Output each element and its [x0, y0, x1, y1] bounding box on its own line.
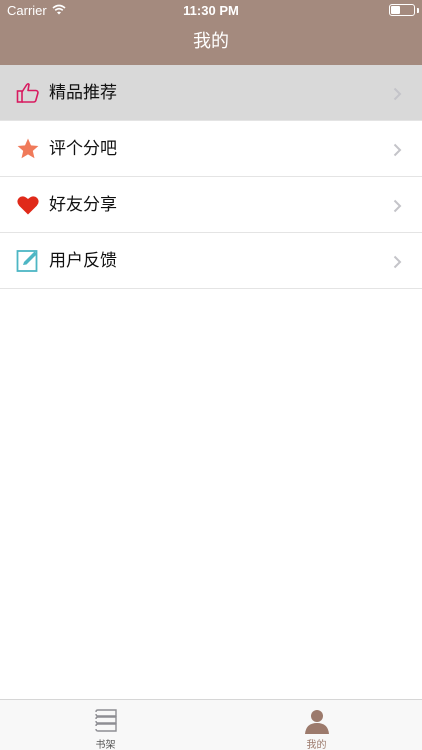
- tab-bookshelf[interactable]: 书架: [0, 700, 211, 750]
- tab-label: 书架: [95, 740, 116, 750]
- menu-item-label: 好友分享: [49, 195, 117, 215]
- thumbs-up-icon: [16, 81, 40, 105]
- edit-icon: [16, 249, 40, 273]
- battery-icon: [389, 4, 415, 16]
- battery-tip: [417, 8, 419, 13]
- star-icon: [16, 137, 40, 161]
- chevron-right-icon: [393, 254, 402, 269]
- chevron-right-icon: [393, 198, 402, 213]
- status-time: 11:30 PM: [183, 3, 239, 18]
- header: Carrier 11:30 PM 我的: [0, 0, 422, 65]
- screen: Carrier 11:30 PM 我的 精品推荐 评个分吧 好友分享 用户反馈 …: [0, 0, 422, 750]
- chevron-right-icon: [393, 86, 402, 101]
- tab-label: 我的: [306, 740, 327, 750]
- menu-list: 精品推荐 评个分吧 好友分享 用户反馈: [0, 65, 422, 289]
- menu-item-rate[interactable]: 评个分吧: [0, 121, 422, 177]
- status-bar: Carrier 11:30 PM: [0, 0, 422, 22]
- menu-item-feedback[interactable]: 用户反馈: [0, 233, 422, 289]
- menu-item-recommend[interactable]: 精品推荐: [0, 65, 422, 121]
- heart-icon: [16, 193, 40, 217]
- page-title: 我的: [193, 31, 229, 52]
- menu-item-share[interactable]: 好友分享: [0, 177, 422, 233]
- menu-item-label: 精品推荐: [49, 83, 117, 103]
- tab-bar: 书架 我的: [0, 699, 422, 750]
- tab-mine[interactable]: 我的: [211, 700, 422, 750]
- bookshelf-icon: [92, 707, 120, 735]
- chevron-right-icon: [393, 142, 402, 157]
- menu-item-label: 评个分吧: [49, 139, 117, 159]
- menu-item-label: 用户反馈: [49, 251, 117, 271]
- user-icon: [303, 707, 331, 735]
